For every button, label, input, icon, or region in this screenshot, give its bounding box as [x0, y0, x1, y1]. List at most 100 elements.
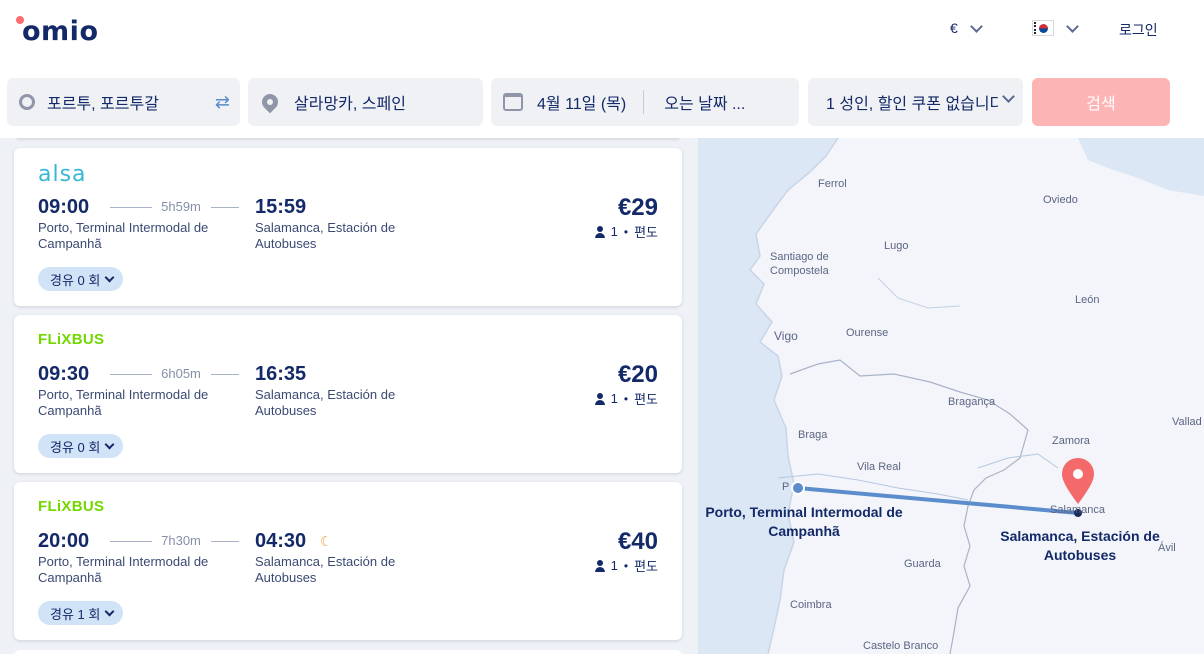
destination-value: 살라망카, 스페인	[294, 96, 406, 113]
duration-line	[211, 207, 239, 208]
city-label: Ferrol	[818, 178, 847, 190]
arrival-station: Salamanca, Estación de Autobuses	[255, 220, 396, 251]
passengers-value: 1 성인, 할인 쿠폰 없습니다	[826, 96, 998, 113]
origin-marker	[791, 481, 805, 495]
duration: 7h30m	[161, 533, 201, 548]
departure-station: Porto, Terminal Intermodal de Campanhã	[38, 220, 209, 251]
moon-icon: ☾	[320, 533, 333, 549]
duration: 6h05m	[161, 366, 201, 381]
stops-label: 경유 0 회	[50, 272, 101, 288]
duration-line	[110, 374, 152, 375]
origin-value: 포르투, 포르투갈	[47, 96, 159, 113]
location-pin-icon	[258, 90, 282, 114]
duration-line	[110, 207, 152, 208]
calendar-icon	[503, 93, 523, 111]
city-label: Santiago de Compostela	[770, 251, 829, 277]
city-label: Vigo	[774, 329, 798, 343]
chevron-down-icon	[104, 439, 115, 450]
departure-station: Porto, Terminal Intermodal de Campanhã	[38, 554, 209, 585]
origin-field[interactable]: 포르투, 포르투갈 ⇄	[7, 78, 240, 126]
language-selector[interactable]	[1032, 19, 1079, 36]
city-label: Braga	[798, 429, 828, 441]
city-label: Lugo	[884, 240, 909, 252]
header: omio € 로그인	[0, 0, 1204, 66]
city-label: Zamora	[1052, 435, 1090, 447]
departure-station: Porto, Terminal Intermodal de Campanhã	[38, 387, 209, 418]
duration-line	[110, 541, 152, 542]
currency-selector[interactable]: €	[950, 19, 983, 36]
arrival-station: Salamanca, Estación de Autobuses	[255, 554, 396, 585]
passenger-info: 1 • 편도	[594, 389, 658, 408]
depart-date-value[interactable]: 4월 11일 (목)	[537, 90, 626, 114]
person-icon	[594, 559, 605, 572]
results-list: alsa 09:00 5h59m 15:59 Porto, Terminal I…	[0, 138, 698, 654]
person-icon	[594, 225, 605, 238]
city-label: Vallad	[1172, 416, 1202, 428]
city-label: Coimbra	[790, 599, 832, 611]
chevron-down-icon	[104, 606, 115, 617]
swap-icon[interactable]: ⇄	[215, 92, 230, 113]
arrival-station: Salamanca, Estación de Autobuses	[255, 387, 396, 418]
price: €20	[617, 361, 658, 388]
passengers-field[interactable]: 1 성인, 할인 쿠폰 없습니다	[808, 78, 1023, 126]
stops-label: 경유 0 회	[50, 439, 101, 455]
passenger-info: 1 • 편도	[594, 556, 658, 575]
currency-label: €	[950, 20, 958, 36]
city-label: P	[782, 481, 790, 493]
passenger-count: 1	[610, 224, 618, 239]
destination-map-label: Salamanca, Estación de Autobuses	[1000, 528, 1160, 563]
city-label: Ávil	[1158, 542, 1176, 554]
chevron-down-icon	[969, 19, 983, 33]
separator-dot: •	[623, 224, 629, 239]
search-bar: 포르투, 포르투갈 ⇄ 살라망카, 스페인 4월 11일 (목) 오는 날짜 .…	[0, 66, 1204, 138]
city-label: Salamanca	[1050, 504, 1106, 516]
stops-label: 경유 1 회	[50, 606, 101, 622]
passenger-count: 1	[610, 391, 618, 406]
city-label: Ourense	[846, 327, 889, 339]
departure-time: 20:00	[38, 530, 90, 552]
duration-line	[211, 541, 239, 542]
result-card[interactable]: FLiXBUS 09:30 6h05m 16:35 Porto, Termina…	[14, 315, 682, 473]
route-map[interactable]: Ferrol Oviedo Santiago de Compostela Lug…	[698, 138, 1204, 654]
operator-logo: FLiXBUS	[38, 498, 105, 515]
login-link[interactable]: 로그인	[1119, 20, 1158, 40]
result-card[interactable]: FLiXBUS 20:00 7h30m 04:30 ☾ Porto, Termi…	[14, 482, 682, 640]
origin-circle-icon	[19, 94, 35, 110]
city-label: Bragança	[948, 396, 996, 408]
next-result-card[interactable]	[14, 650, 682, 654]
logo-text: omio	[22, 16, 99, 47]
stops-toggle[interactable]: 경유 1 회	[38, 601, 124, 625]
duration-line	[211, 374, 239, 375]
duration: 5h59m	[161, 199, 201, 214]
trip-type: 편도	[634, 392, 658, 407]
city-label: Castelo Branco	[863, 640, 939, 652]
trip-type: 편도	[634, 225, 658, 240]
search-button[interactable]: 검색	[1032, 78, 1170, 126]
price: €29	[617, 194, 658, 221]
korea-flag-icon	[1032, 20, 1054, 36]
person-icon	[594, 392, 605, 405]
departure-time: 09:00	[38, 196, 90, 218]
passenger-count: 1	[610, 558, 618, 573]
chevron-down-icon	[104, 272, 115, 283]
stops-toggle[interactable]: 경유 0 회	[38, 267, 124, 291]
arrival-time: 16:35	[255, 363, 307, 385]
chevron-down-icon	[1066, 19, 1079, 33]
origin-map-label: Porto, Terminal Intermodal de Campanhã	[705, 504, 903, 539]
city-label: León	[1075, 294, 1100, 306]
destination-field[interactable]: 살라망카, 스페인	[248, 78, 483, 126]
operator-logo: FLiXBUS	[38, 331, 105, 348]
passenger-info: 1 • 편도	[594, 222, 658, 241]
arrival-time: 15:59	[255, 196, 307, 218]
city-label: Guarda	[904, 558, 941, 570]
separator-dot: •	[623, 558, 629, 573]
operator-logo: alsa	[38, 162, 87, 187]
date-field[interactable]: 4월 11일 (목) 오는 날짜 ...	[491, 78, 799, 126]
return-date-value[interactable]: 오는 날짜 ...	[664, 90, 745, 114]
trip-type: 편도	[634, 559, 658, 574]
departure-time: 09:30	[38, 363, 90, 385]
result-card[interactable]: alsa 09:00 5h59m 15:59 Porto, Terminal I…	[14, 148, 682, 306]
separator-dot: •	[623, 391, 629, 406]
arrival-time: 04:30	[255, 530, 307, 552]
stops-toggle[interactable]: 경유 0 회	[38, 434, 124, 458]
